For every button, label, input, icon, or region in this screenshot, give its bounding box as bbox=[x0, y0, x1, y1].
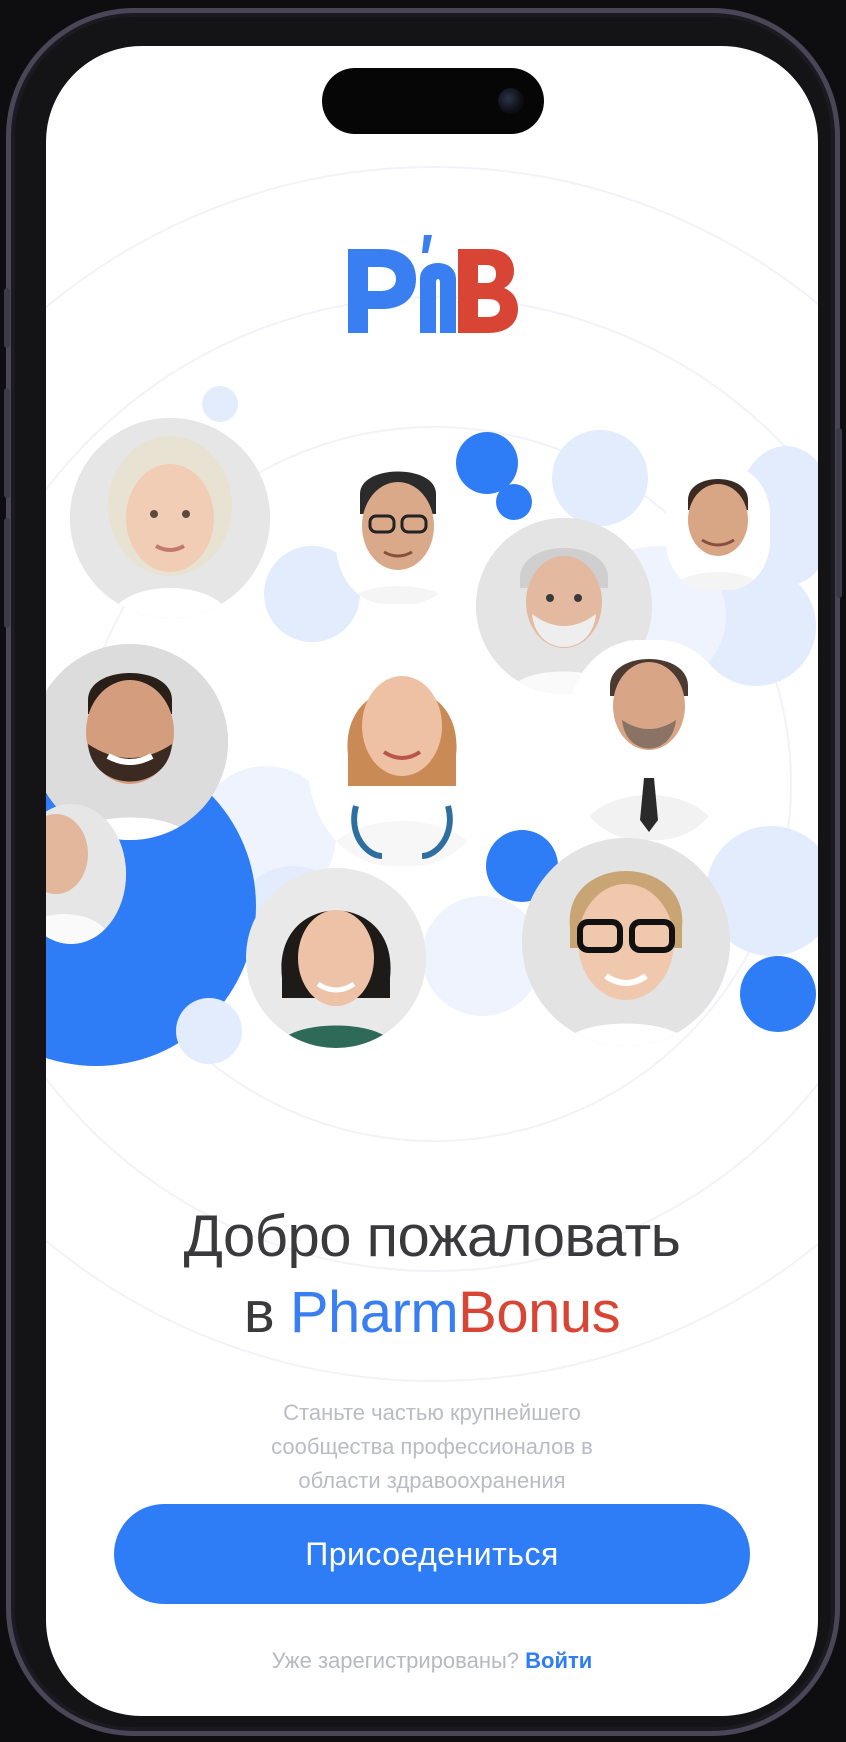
subtitle-line: области здравоохранения bbox=[298, 1468, 566, 1493]
portrait-doctor-man-glasses bbox=[336, 454, 460, 604]
decor-bubble bbox=[176, 998, 242, 1064]
front-camera-icon bbox=[498, 88, 524, 114]
login-prompt-row: Уже зарегистрированы? Войти bbox=[46, 1648, 818, 1674]
decor-bubble bbox=[552, 430, 648, 526]
dynamic-island bbox=[322, 68, 544, 134]
phone-frame: Добро пожаловать в PharmBonus Станьте ча… bbox=[4, 8, 842, 1736]
subtitle-line: сообщества профессионалов в bbox=[271, 1434, 593, 1459]
brand-name-pharm: Pharm bbox=[289, 1280, 459, 1345]
login-link[interactable]: Войти bbox=[525, 1648, 592, 1673]
decor-bubble bbox=[126, 1010, 168, 1052]
portrait-doctor-young-man bbox=[666, 466, 770, 590]
app-logo bbox=[338, 233, 528, 343]
login-prompt-text: Уже зарегистрированы? bbox=[271, 1648, 520, 1673]
welcome-title-brand: в PharmBonus bbox=[46, 1278, 818, 1348]
welcome-title: Добро пожаловать bbox=[183, 1204, 681, 1269]
volume-down-button bbox=[4, 518, 10, 628]
app-screen: Добро пожаловать в PharmBonus Станьте ча… bbox=[46, 46, 818, 1716]
welcome-prefix: в bbox=[243, 1280, 275, 1345]
welcome-subtitle: Станьте частью крупнейшего сообщества пр… bbox=[216, 1396, 648, 1498]
power-button bbox=[836, 428, 842, 598]
portrait-doctor-woman-glasses bbox=[522, 838, 730, 1046]
decor-bubble bbox=[740, 956, 816, 1032]
portrait-doctor-man-tie bbox=[566, 640, 732, 840]
brand-name-bonus: Bonus bbox=[458, 1280, 621, 1345]
decor-bubble bbox=[202, 386, 238, 422]
portrait-doctor-senior-woman bbox=[70, 418, 270, 618]
portrait-doctor-woman-stethoscope bbox=[308, 636, 496, 866]
volume-up-button bbox=[4, 388, 10, 498]
portrait-doctor-asian-woman bbox=[246, 868, 426, 1048]
join-button[interactable]: Присоедениться bbox=[114, 1504, 750, 1604]
mute-switch bbox=[4, 288, 10, 348]
decor-bubble bbox=[496, 484, 532, 520]
subtitle-line: Станьте частью крупнейшего bbox=[283, 1400, 581, 1425]
